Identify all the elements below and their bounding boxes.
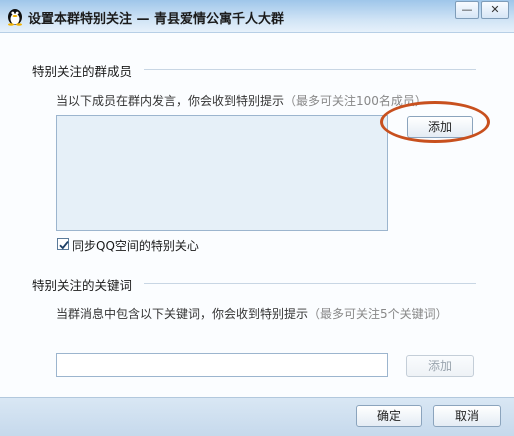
members-list[interactable] xyxy=(56,115,388,231)
qq-penguin-icon xyxy=(8,9,22,26)
members-hint-limit: （最多可关注100名成员） xyxy=(284,94,427,108)
window-title: 设置本群特别关注 — 青县爱情公寓千人大群 xyxy=(28,12,285,27)
members-hint: 当以下成员在群内发言，你会收到特别提示（最多可关注100名成员） xyxy=(56,92,427,109)
cancel-button[interactable]: 取消 xyxy=(433,405,501,427)
keyword-input[interactable] xyxy=(56,353,388,377)
keywords-section-label: 特别关注的关键词 xyxy=(32,278,133,293)
sync-qzone-label[interactable]: 同步QQ空间的特别关心 xyxy=(72,237,199,254)
sync-qzone-checkbox[interactable] xyxy=(57,238,69,250)
add-members-button[interactable]: 添加 xyxy=(407,116,473,138)
dialog-window: 设置本群特别关注 — 青县爱情公寓千人大群 — ✕ 特别关注的群成员 当以下成员… xyxy=(0,0,514,436)
keywords-hint: 当群消息中包含以下关键词，你会收到特别提示（最多可关注5个关键词） xyxy=(56,305,448,322)
ok-button[interactable]: 确定 xyxy=(356,405,422,427)
add-keyword-button[interactable]: 添加 xyxy=(406,355,474,377)
keywords-section-divider xyxy=(144,283,476,284)
members-section-divider xyxy=(144,69,476,70)
checkmark-icon xyxy=(59,241,69,250)
minimize-button[interactable]: — xyxy=(455,1,479,19)
members-section-label: 特别关注的群成员 xyxy=(32,64,133,79)
close-button[interactable]: ✕ xyxy=(481,1,509,19)
keywords-hint-limit: （最多可关注5个关键词） xyxy=(308,307,448,321)
keywords-hint-main: 当群消息中包含以下关键词，你会收到特别提示 xyxy=(56,307,309,321)
title-bar[interactable]: 设置本群特别关注 — 青县爱情公寓千人大群 — ✕ xyxy=(0,0,514,33)
members-hint-main: 当以下成员在群内发言，你会收到特别提示 xyxy=(56,94,285,108)
